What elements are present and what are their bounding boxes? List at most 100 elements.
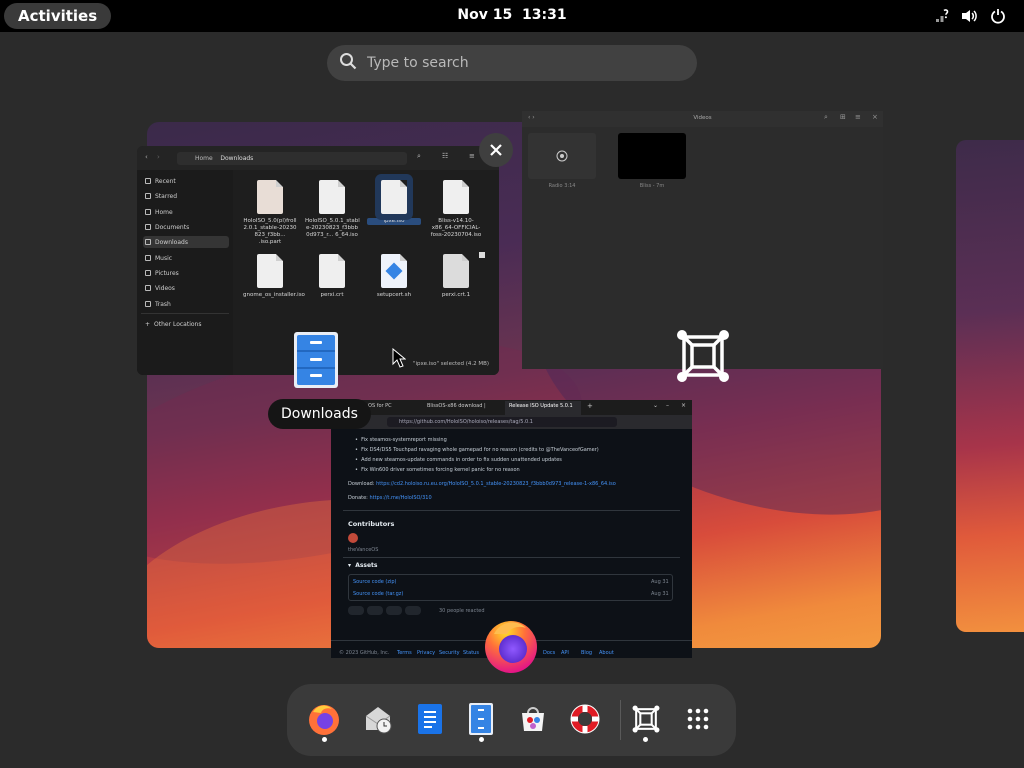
file-item[interactable]: gnome_os_installer.iso [243,254,305,299]
star-icon [145,193,151,199]
file-item[interactable]: perxi.crt.1 [429,254,483,299]
home-icon [145,209,151,215]
video-player-icon [632,705,660,733]
back-icon[interactable]: ‹ [145,153,148,161]
contributors-heading: Contributors [348,520,395,528]
music-icon [145,255,151,261]
file-item[interactable]: perxi.crt [305,254,359,299]
activities-button[interactable]: Activities [4,3,112,29]
dash-help[interactable] [567,701,603,737]
view-toggle-icon[interactable]: ☷ [442,152,448,160]
browser-tab[interactable]: BlissOS-x86 download | [427,403,503,409]
scroll-indicator [479,252,485,258]
video-icon [145,285,151,291]
sidebar-item-other-locations[interactable]: + Other Locations [143,318,229,330]
close-icon[interactable]: × [872,113,878,121]
asset-link[interactable]: Source code (tar.gz) [353,591,403,597]
footer-copyright: © 2023 GitHub, Inc. [339,650,390,656]
files-sidebar: Recent Starred Home Documents Downloads … [137,170,233,375]
sidebar-item-videos[interactable]: Videos [143,282,229,294]
sidebar-item-home[interactable]: Home [143,206,229,218]
text-file-icon [443,254,469,288]
donate-link[interactable]: https://t.me/HoloISO/310 [369,495,431,501]
path-bar[interactable]: Home Downloads [177,152,407,165]
file-item[interactable]: HoloISO_5.0.1_stabl e-20230823_f3bbb 0d9… [305,180,360,239]
sidebar-divider [141,313,229,314]
menu-icon[interactable]: ≡ [855,113,861,121]
sidebar-item-recent[interactable]: Recent [143,175,229,187]
dash-files[interactable] [463,701,499,737]
files-headerbar: ‹ › Home Downloads ⌕ ☷ ≡ [137,146,499,170]
asset-link[interactable]: Source code (zip) [353,579,397,585]
tab-list-icon[interactable]: ⌄ [653,402,658,409]
new-tab-icon[interactable]: + [587,402,593,410]
footer-link[interactable]: Docs [543,650,555,656]
dash-software[interactable] [515,701,551,737]
dash-video-player[interactable] [628,701,664,737]
footer-link[interactable]: Blog [581,650,592,656]
writer-icon [418,704,442,734]
file-item-selected[interactable]: ipxe.iso [367,180,421,225]
clock-time[interactable]: 13:31 [522,7,567,23]
footer-link[interactable]: API [561,650,569,656]
close-icon [490,144,502,156]
forward-icon[interactable]: › [157,153,160,161]
clock-icon [145,178,151,184]
download-link[interactable]: https://cd2.holoiso.ru.eu.org/HoloISO_5.… [376,481,616,487]
sidebar-item-starred[interactable]: Starred [143,190,229,202]
donate-line: Donate: https://t.me/HoloISO/310 [348,495,432,501]
video-thumbnail[interactable] [528,133,596,179]
release-note: • Add new steamos-update commands in ord… [355,457,562,463]
reaction-bar[interactable] [348,606,430,615]
footer-link[interactable]: About [599,650,614,656]
browser-tab-active[interactable]: Release ISO Update 5.0.1 [505,401,581,415]
mouse-cursor [392,347,407,372]
asset-date: Aug 31 [651,591,669,597]
file-item[interactable]: HoloISO_5.0(pl)froll 2.0.1_stable-20230 … [243,180,297,246]
grid-icon[interactable]: ⊞ [840,113,846,121]
power-icon[interactable] [988,6,1008,26]
asset-date: Aug 31 [651,579,669,585]
dash-firefox[interactable] [306,701,342,737]
file-icon [257,254,283,288]
file-item[interactable]: Bliss-v14.10-x86_64-OFFICIAL-foss-202307… [429,180,483,239]
contributor-name[interactable]: theVanceOS [348,547,378,553]
sidebar-item-music[interactable]: Music [143,252,229,264]
sidebar-item-downloads[interactable]: Downloads [143,236,229,248]
dash-mail-calendar[interactable] [360,701,396,737]
path-parent[interactable]: Home [195,155,213,162]
search-input[interactable] [367,55,667,71]
sidebar-item-pictures[interactable]: Pictures [143,267,229,279]
network-question-icon[interactable] [932,6,952,26]
avatar[interactable] [348,533,358,543]
dash-separator [620,700,621,740]
sidebar-item-documents[interactable]: Documents [143,221,229,233]
show-apps-button[interactable] [680,701,716,737]
file-item[interactable]: setupcert.sh [367,254,421,299]
volume-icon[interactable] [960,6,980,26]
files-grid: HoloISO_5.0(pl)froll 2.0.1_stable-20230 … [233,170,499,375]
dash [287,684,736,756]
dash-writer[interactable] [412,701,448,737]
browser-tabbar: Bliss OS for PC BlissOS-x86 download | R… [331,400,692,415]
search-icon[interactable]: ⌕ [417,152,421,161]
footer-link[interactable]: Terms [397,650,412,656]
video-thumbnail[interactable] [618,133,686,179]
footer-link[interactable]: Security [439,650,460,656]
search-entry[interactable] [327,45,697,81]
clock[interactable]: Nov 15 13:31 [0,7,1024,23]
assets-heading[interactable]: ▾ Assets [348,562,378,569]
close-window-button[interactable] [479,133,513,167]
path-current[interactable]: Downloads [220,155,253,162]
search-icon[interactable]: ⌕ [824,113,828,122]
footer-link[interactable]: Status [463,650,479,656]
footer-link[interactable]: Privacy [417,650,435,656]
mail-calendar-icon [365,707,392,734]
menu-icon[interactable]: ≡ [469,152,475,160]
url-bar[interactable]: https://github.com/HoloISO/holoiso/relea… [387,417,617,427]
clock-date[interactable]: Nov 15 [457,7,512,23]
minimize-icon[interactable]: – [666,402,669,409]
close-icon[interactable]: × [681,402,686,409]
workspace-next[interactable] [956,140,1024,632]
sidebar-item-trash[interactable]: Trash [143,298,229,310]
